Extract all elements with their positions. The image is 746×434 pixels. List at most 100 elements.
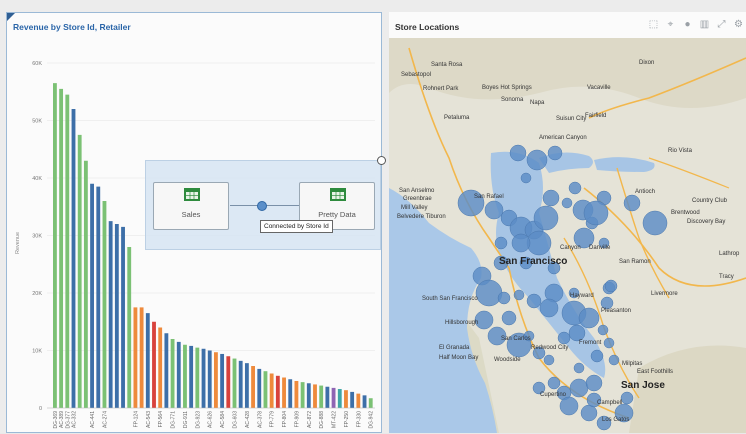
store-bubble[interactable] (561, 197, 573, 209)
bar[interactable] (313, 384, 317, 408)
bar[interactable] (183, 344, 187, 408)
bar[interactable] (214, 352, 218, 408)
store-locations-panel[interactable]: Store Locations ⬚ ⌖ ● ▥ ⤢ ⚙ Santa Rosa S… (389, 12, 746, 433)
bar[interactable] (164, 333, 169, 408)
store-bubble[interactable] (608, 354, 620, 366)
store-bubble[interactable] (533, 205, 559, 231)
bar[interactable] (108, 221, 113, 409)
bar[interactable] (325, 386, 330, 408)
bar[interactable] (65, 94, 70, 409)
select-icon[interactable]: ⌖ (665, 19, 676, 30)
connection-join-icon[interactable] (257, 201, 267, 211)
store-bubble[interactable] (539, 298, 559, 318)
bar[interactable] (152, 321, 156, 408)
store-bubble[interactable] (547, 145, 563, 161)
store-bubble[interactable] (623, 194, 641, 212)
store-bubble[interactable] (573, 362, 585, 374)
bar[interactable] (90, 183, 94, 408)
bar[interactable] (275, 375, 280, 408)
bar[interactable] (344, 390, 348, 408)
bar[interactable] (53, 83, 57, 409)
data-connection-overlay[interactable]: Sales Pretty Data Connected by Store Id (145, 156, 386, 250)
map-canvas[interactable] (389, 38, 746, 433)
store-bubble[interactable] (513, 289, 525, 301)
store-bubble[interactable] (604, 279, 618, 293)
bar[interactable] (257, 368, 262, 408)
bar[interactable] (356, 393, 361, 409)
bar[interactable] (294, 380, 299, 408)
bar[interactable] (319, 385, 324, 408)
store-bubble[interactable] (494, 236, 508, 250)
store-bubble[interactable] (511, 233, 531, 253)
bar[interactable] (158, 327, 163, 409)
chart-icon[interactable]: ▥ (699, 19, 710, 30)
source-node-sales[interactable]: Sales (153, 182, 229, 230)
store-bubble[interactable] (475, 279, 503, 307)
store-bubble[interactable] (542, 189, 560, 207)
store-bubble[interactable] (547, 376, 561, 390)
store-bubble[interactable] (590, 349, 604, 363)
bar[interactable] (114, 224, 119, 408)
bar[interactable] (145, 313, 150, 409)
bar[interactable] (133, 307, 138, 409)
bar[interactable] (300, 382, 305, 409)
store-bubble[interactable] (620, 391, 634, 405)
store-bubble[interactable] (583, 200, 609, 226)
lasso-icon[interactable]: ⬚ (648, 19, 659, 30)
bar[interactable] (362, 395, 367, 408)
store-bubble[interactable] (520, 172, 532, 184)
bar[interactable] (195, 347, 200, 409)
bar[interactable] (282, 377, 286, 408)
store-bubble[interactable] (580, 404, 598, 422)
bar[interactable] (201, 348, 206, 408)
bar[interactable] (176, 341, 181, 409)
bar[interactable] (96, 186, 101, 408)
store-bubble[interactable] (569, 378, 589, 398)
store-bubble[interactable] (642, 210, 668, 236)
store-bubble[interactable] (578, 307, 600, 329)
store-bubble[interactable] (568, 324, 586, 342)
bar[interactable] (121, 226, 125, 409)
bar[interactable] (139, 307, 144, 409)
bar[interactable] (269, 373, 274, 409)
store-bubble[interactable] (526, 149, 548, 171)
store-bubble[interactable] (501, 310, 517, 326)
store-bubble[interactable] (526, 230, 552, 256)
bar[interactable] (71, 109, 76, 408)
store-bubble[interactable] (497, 291, 511, 305)
bar[interactable] (83, 160, 88, 408)
bar[interactable] (331, 387, 336, 409)
store-bubble[interactable] (543, 354, 555, 366)
bar[interactable] (226, 356, 231, 408)
store-bubble[interactable] (526, 293, 542, 309)
bar[interactable] (251, 366, 255, 408)
bar[interactable] (263, 371, 268, 408)
gear-icon[interactable]: ⚙ (733, 19, 744, 30)
bar[interactable] (368, 398, 373, 408)
bar[interactable] (77, 134, 82, 409)
overlay-resize-handle[interactable] (377, 156, 386, 165)
store-bubble[interactable] (585, 374, 603, 392)
bar[interactable] (189, 345, 194, 408)
store-map[interactable]: Santa Rosa Sebastopol Rohnert Park Boyes Ho… (389, 38, 746, 433)
pin-icon[interactable]: ● (682, 19, 693, 30)
store-bubble[interactable] (603, 337, 615, 349)
bar[interactable] (244, 363, 249, 408)
store-bubble[interactable] (509, 144, 527, 162)
bar[interactable] (207, 350, 212, 409)
bar[interactable] (306, 383, 311, 408)
store-bubble[interactable] (559, 396, 579, 416)
store-bubble[interactable] (568, 181, 582, 195)
expand-icon[interactable]: ⤢ (716, 19, 727, 30)
bar[interactable] (350, 391, 355, 408)
bar[interactable] (288, 379, 293, 408)
bar[interactable] (220, 353, 225, 408)
bar[interactable] (127, 247, 132, 408)
bar[interactable] (238, 360, 243, 408)
store-bubble[interactable] (597, 324, 609, 336)
store-bubble[interactable] (484, 200, 504, 220)
bar[interactable] (59, 88, 64, 409)
store-bubble[interactable] (557, 331, 571, 345)
bar[interactable] (170, 339, 175, 408)
bar[interactable] (232, 358, 237, 408)
